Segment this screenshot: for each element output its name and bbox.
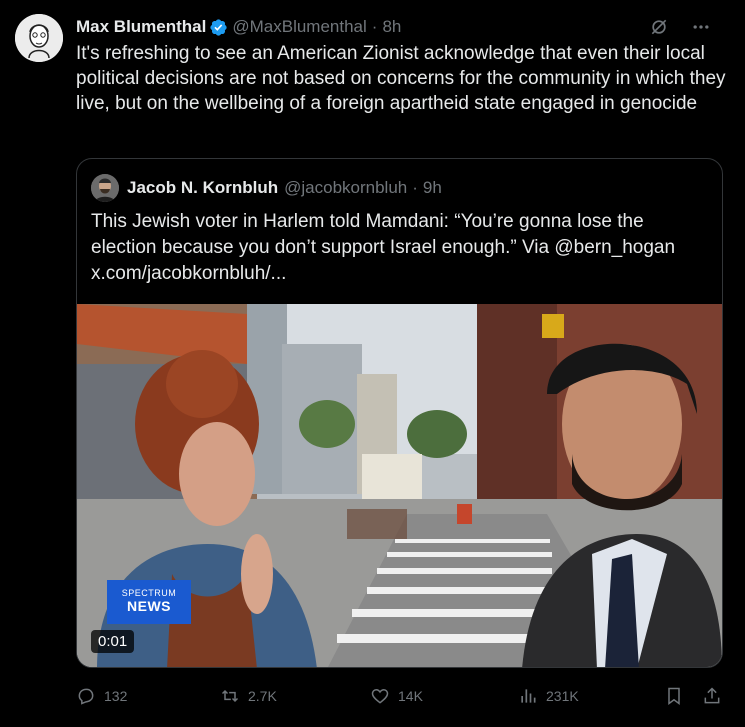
quoted-avatar[interactable] <box>91 174 119 202</box>
bookmark-button[interactable] <box>664 684 684 708</box>
more-icon[interactable] <box>691 17 711 37</box>
badge-line-1: SPECTRUM <box>121 588 177 598</box>
quoted-text-line: election because you don’t support Israe… <box>91 237 676 258</box>
reply-icon <box>76 686 96 706</box>
spectrum-news-badge: SPECTRUM NEWS <box>107 580 191 624</box>
author-name[interactable]: Max Blumenthal <box>76 17 206 37</box>
share-button[interactable] <box>702 684 722 708</box>
header-icons <box>649 16 711 38</box>
like-icon <box>370 686 390 706</box>
tweet-time[interactable]: 8h <box>382 17 401 37</box>
avatar[interactable] <box>15 14 63 62</box>
quoted-time[interactable]: 9h <box>423 178 442 198</box>
repost-button[interactable]: 2.7K <box>220 684 277 708</box>
reply-count: 132 <box>104 688 128 704</box>
quoted-header: Jacob N. Kornbluh @jacobkornbluh · 9h <box>91 174 442 202</box>
tweet-header: Max Blumenthal @MaxBlumenthal · 8h <box>76 16 733 38</box>
like-button[interactable]: 14K <box>370 684 423 708</box>
quoted-author-name[interactable]: Jacob N. Kornbluh <box>127 178 278 198</box>
separator-dot: · <box>412 178 418 197</box>
tweet-text: It's refreshing to see an American Zioni… <box>76 43 726 114</box>
views-count: 231K <box>546 688 579 704</box>
tweet[interactable]: Max Blumenthal @MaxBlumenthal · 8h It's … <box>0 0 745 727</box>
quoted-tweet[interactable]: Jacob N. Kornbluh @jacobkornbluh · 9h Th… <box>76 158 723 668</box>
views-icon <box>518 686 538 706</box>
badge-line-2: NEWS <box>127 598 171 614</box>
quoted-text-line: This Jewish voter in Harlem told Mamdani… <box>91 211 644 232</box>
quoted-text: This Jewish voter in Harlem told Mamdani… <box>91 209 711 287</box>
action-bar: 132 2.7K 14K 231K <box>76 684 726 708</box>
verified-badge-icon[interactable] <box>209 18 228 37</box>
quoted-link[interactable]: x.com/jacobkornbluh/... <box>91 261 711 287</box>
separator-dot: · <box>371 17 378 36</box>
repost-icon <box>220 686 240 706</box>
views-button[interactable]: 231K <box>518 684 579 708</box>
video-player[interactable]: SPECTRUM NEWS 0:01 <box>77 304 722 667</box>
video-timestamp: 0:01 <box>91 630 135 653</box>
quoted-author-handle[interactable]: @jacobkornbluh <box>284 178 407 198</box>
share-icon <box>702 686 722 706</box>
repost-count: 2.7K <box>248 688 277 704</box>
grok-icon[interactable] <box>649 17 669 37</box>
bookmark-icon <box>664 686 684 706</box>
reply-button[interactable]: 132 <box>76 684 127 708</box>
author-handle[interactable]: @MaxBlumenthal <box>232 17 366 37</box>
like-count: 14K <box>398 688 423 704</box>
